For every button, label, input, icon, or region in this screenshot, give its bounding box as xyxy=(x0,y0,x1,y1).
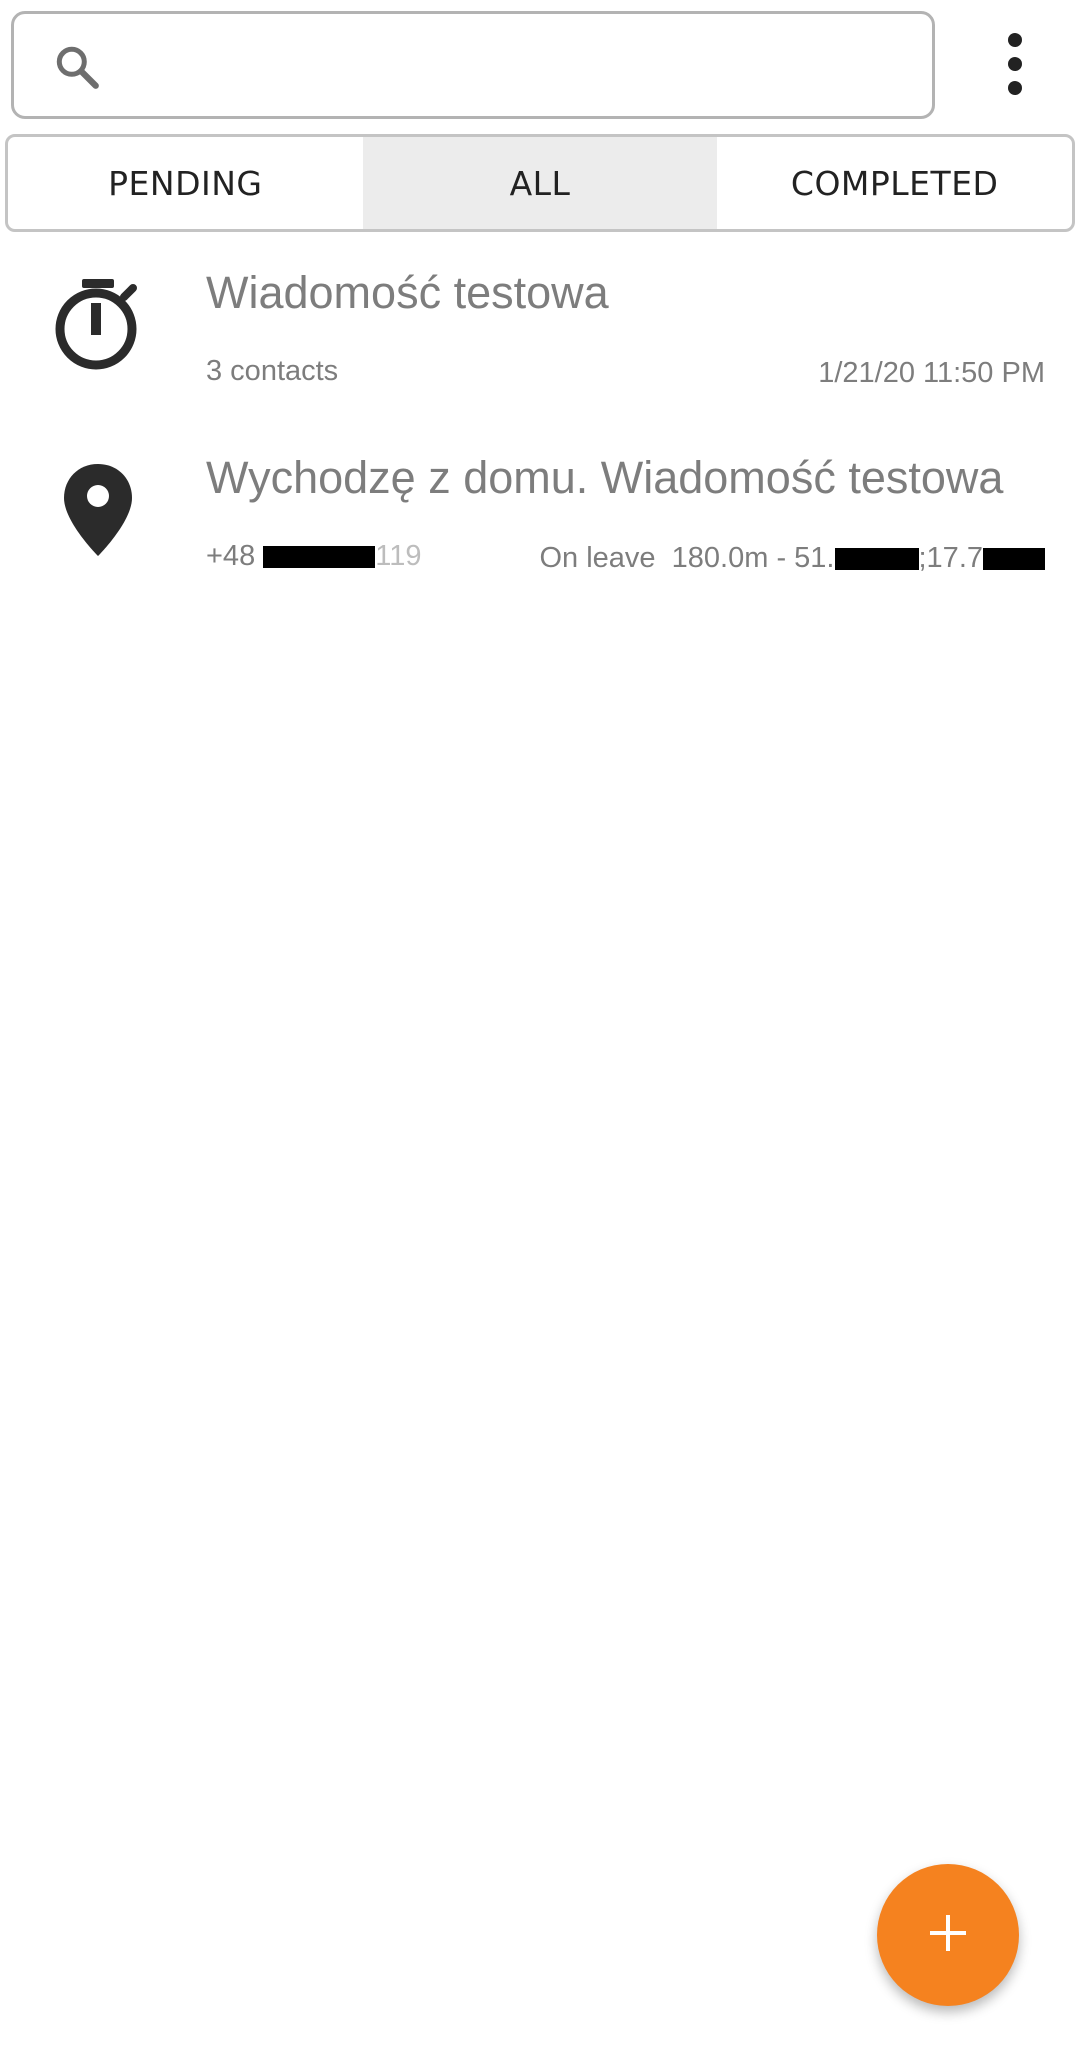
tab-all-label: ALL xyxy=(509,163,571,203)
tab-all[interactable]: ALL xyxy=(362,137,718,229)
tab-completed[interactable]: COMPLETED xyxy=(717,137,1072,229)
tab-completed-label: COMPLETED xyxy=(790,163,999,203)
item-location-info: On leave 180.0m - 51. ;17.7 xyxy=(539,542,1045,575)
item-title: Wiadomość testowa xyxy=(206,267,609,318)
tab-pending[interactable]: PENDING xyxy=(8,137,363,229)
search-input[interactable] xyxy=(124,34,908,100)
search-icon xyxy=(52,42,102,92)
coord-text: ;17.7 xyxy=(918,542,984,574)
app-screen: PENDING ALL COMPLETED Wiadomość testowa … xyxy=(0,0,1080,2064)
item-contacts-count: 3 contacts xyxy=(206,355,339,387)
timer-icon xyxy=(48,273,148,373)
location-pin-icon xyxy=(48,460,148,560)
redacted-block xyxy=(263,546,376,569)
redacted-block xyxy=(983,548,1045,571)
redacted-block xyxy=(834,548,919,571)
add-icon xyxy=(928,1913,968,1957)
filter-tabs: PENDING ALL COMPLETED xyxy=(5,134,1075,232)
phone-suffix: 119 xyxy=(375,540,422,572)
search-box[interactable] xyxy=(11,11,935,119)
distance-text: 180.0m - 51. xyxy=(671,542,835,574)
status-text: On leave xyxy=(539,542,656,574)
more-vert-icon xyxy=(1000,31,1030,101)
item-phone: +48 119 xyxy=(206,540,422,573)
add-button[interactable] xyxy=(877,1864,1019,2006)
tab-pending-label: PENDING xyxy=(108,163,263,203)
item-title: Wychodzę z domu. Wiadomość testowa xyxy=(206,452,1004,503)
item-timestamp: 1/21/20 11:50 PM xyxy=(818,357,1045,389)
list-item[interactable]: Wychodzę z domu. Wiadomość testowa +48 1… xyxy=(0,440,1080,610)
list-item[interactable]: Wiadomość testowa 3 contacts 1/21/20 11:… xyxy=(0,255,1080,425)
phone-prefix: +48 xyxy=(206,540,256,572)
more-options-button[interactable] xyxy=(980,26,1050,106)
